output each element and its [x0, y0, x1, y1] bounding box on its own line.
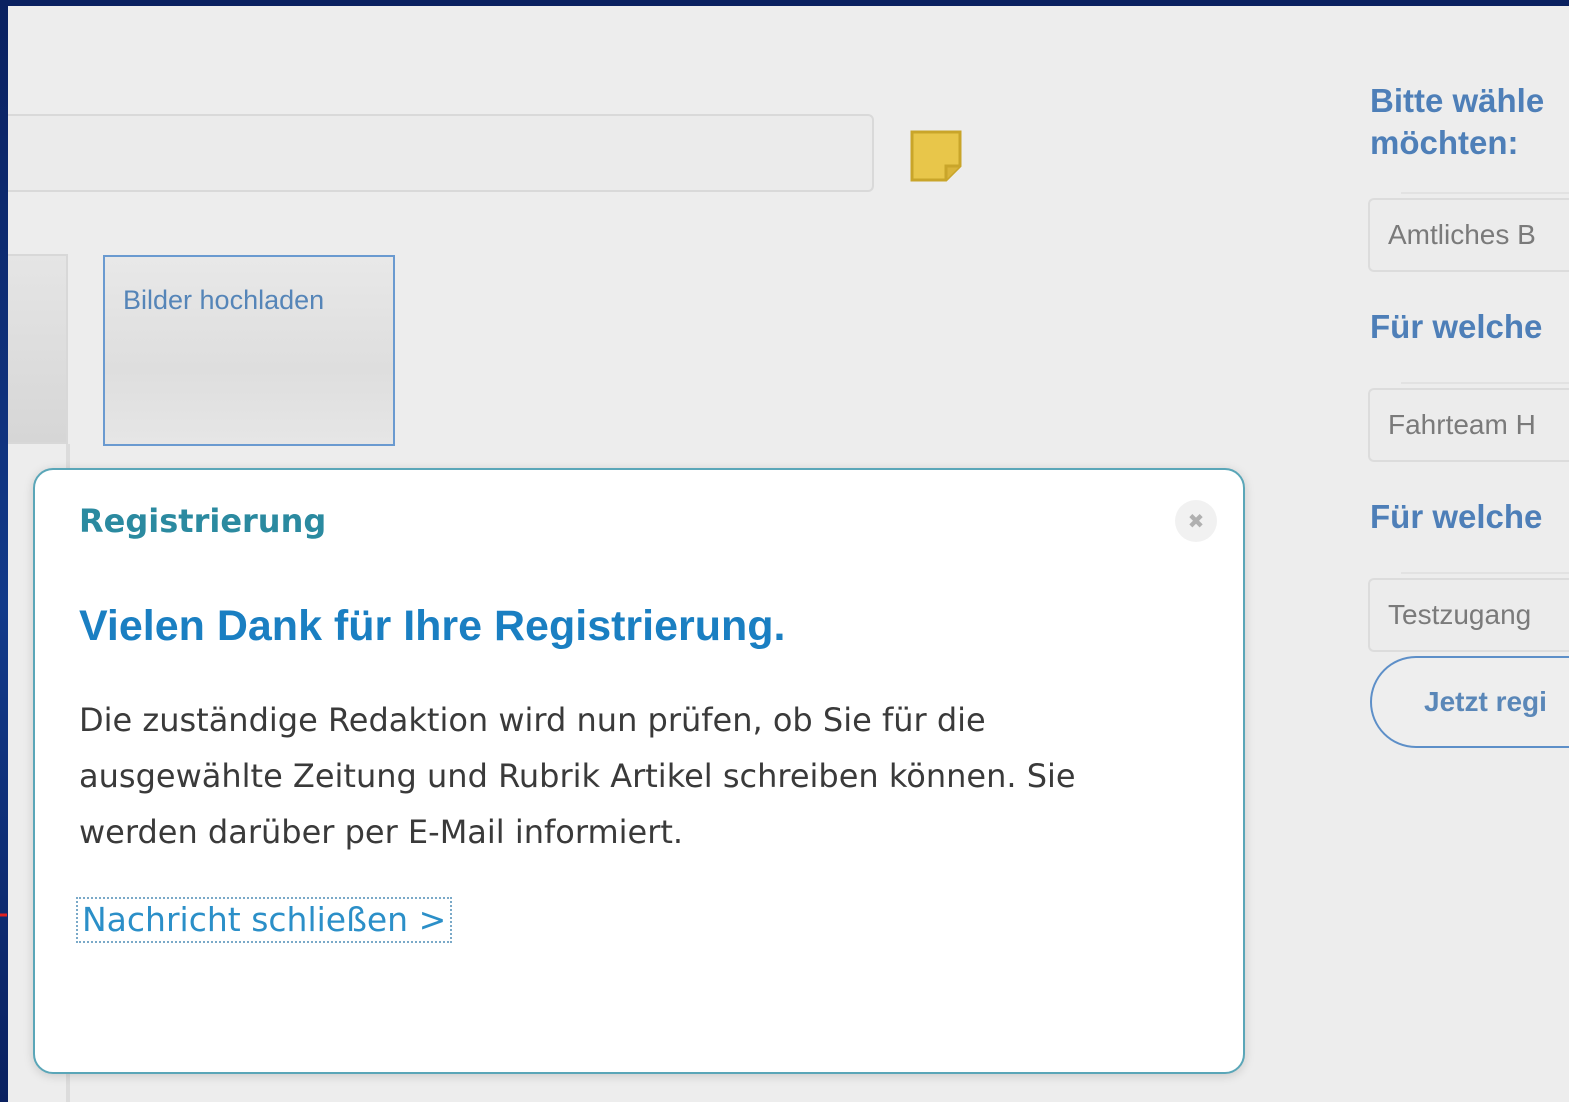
divider [1401, 192, 1569, 194]
modal-heading: Vielen Dank für Ihre Registrierung. [79, 602, 786, 650]
image-preview-panel [8, 254, 68, 444]
close-message-link[interactable]: Nachricht schließen > [76, 897, 453, 943]
access-select[interactable]: Testzugang [1368, 578, 1569, 652]
newspaper-select[interactable]: Amtliches B [1368, 198, 1569, 272]
modal-body-text: Die zuständige Redaktion wird nun prüfen… [79, 701, 1076, 851]
screenshot-area: Bilder hochladen Bitte wähle möchten: Am… [8, 6, 1569, 1102]
section-select[interactable]: Fahrteam H [1368, 388, 1569, 462]
modal-title: Registrierung [79, 502, 327, 540]
divider [1401, 382, 1569, 384]
article-title-input[interactable] [8, 114, 874, 192]
close-icon[interactable]: ✖ [1175, 500, 1217, 542]
form-heading: Bitte wähle möchten: [1370, 82, 1545, 161]
upload-images-label: Bilder hochladen [123, 285, 325, 315]
section-label: Für welche [1370, 308, 1543, 345]
registration-modal: Registrierung ✖ Vielen Dank für Ihre Reg… [33, 468, 1245, 1074]
upload-images-button[interactable]: Bilder hochladen [103, 255, 395, 446]
divider [1401, 572, 1569, 574]
sticky-note-icon[interactable] [906, 126, 966, 186]
access-label: Für welche [1370, 498, 1543, 535]
register-now-button[interactable]: Jetzt regi [1370, 656, 1569, 748]
